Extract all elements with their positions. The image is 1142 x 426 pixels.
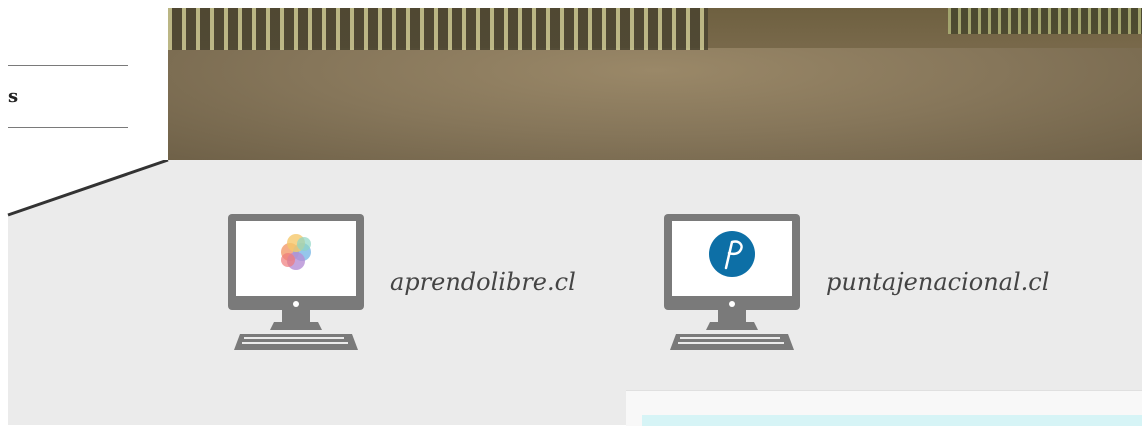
site-link-aprendolibre[interactable]: aprendolibre.cl bbox=[390, 268, 576, 296]
hero-image bbox=[168, 8, 1142, 160]
computer-icon[interactable] bbox=[662, 212, 802, 357]
menu-divider-top bbox=[8, 65, 128, 66]
bottom-panel bbox=[626, 390, 1142, 426]
computer-icon[interactable] bbox=[226, 212, 366, 357]
bottom-panel-content bbox=[642, 415, 1142, 426]
fence-shape bbox=[948, 8, 1142, 34]
puntajenacional-logo bbox=[709, 231, 755, 277]
menu-divider-bottom bbox=[8, 127, 128, 128]
panel-shadow-edge bbox=[0, 160, 169, 217]
site-link-puntajenacional[interactable]: puntajenacional.cl bbox=[826, 268, 1049, 296]
fence-shape bbox=[168, 8, 708, 50]
menu-item[interactable]: s bbox=[8, 86, 18, 107]
